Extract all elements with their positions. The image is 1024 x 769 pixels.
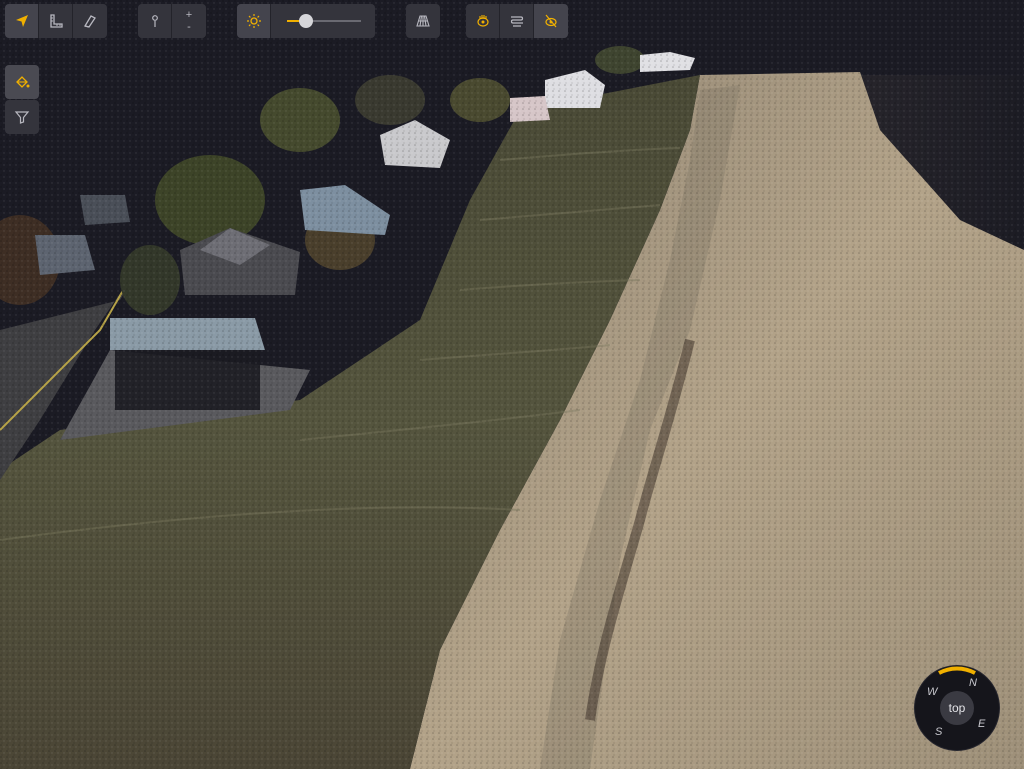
hidden-eye-icon xyxy=(545,14,557,28)
compass-top-view-button[interactable]: top xyxy=(940,691,974,725)
perspective-grid-button[interactable] xyxy=(406,4,440,38)
grid-perspective-icon xyxy=(416,15,430,27)
point-pick-icon xyxy=(151,15,158,27)
slider-thumb[interactable] xyxy=(298,14,313,28)
point-pick-button[interactable] xyxy=(138,4,172,38)
hidden-eye-button[interactable] xyxy=(534,4,568,38)
compass-east-label: E xyxy=(978,718,986,730)
zoom-in-label[interactable]: + xyxy=(186,9,192,21)
zoom-tool-group: + - xyxy=(138,4,206,38)
visibility-hand-button[interactable] xyxy=(466,4,500,38)
point-size-group xyxy=(237,4,375,38)
measure-tool-button[interactable] xyxy=(39,4,73,38)
clip-lines-button[interactable] xyxy=(500,4,534,38)
measure-ruler-icon xyxy=(49,14,63,28)
eraser-icon xyxy=(83,15,96,28)
point-size-slider[interactable] xyxy=(271,4,375,38)
compass-west-label: W xyxy=(927,686,938,698)
navigate-tool-button[interactable] xyxy=(5,4,39,38)
navigate-arrow-icon xyxy=(15,15,28,27)
compass-north-label: N xyxy=(969,677,977,689)
navigation-tool-group xyxy=(5,4,107,38)
filter-icon xyxy=(14,111,30,124)
compass-south-label: S xyxy=(935,726,943,738)
eraser-tool-button[interactable] xyxy=(73,4,107,38)
zoom-stepper[interactable]: + - xyxy=(172,4,206,38)
clip-lines-icon xyxy=(510,16,523,27)
brightness-icon xyxy=(246,14,261,28)
paint-bucket-icon xyxy=(16,76,30,88)
layers-tool-group xyxy=(406,4,440,38)
visibility-hand-icon xyxy=(476,15,489,27)
zoom-out-label[interactable]: - xyxy=(187,21,191,33)
filter-button[interactable] xyxy=(5,100,39,134)
brightness-button[interactable] xyxy=(237,4,271,38)
navigation-compass[interactable]: N E S W top xyxy=(915,666,999,750)
point-texture xyxy=(0,0,1024,769)
visibility-tool-group xyxy=(466,4,568,38)
paint-bucket-button[interactable] xyxy=(5,65,39,99)
point-cloud-viewport[interactable] xyxy=(0,0,1024,769)
